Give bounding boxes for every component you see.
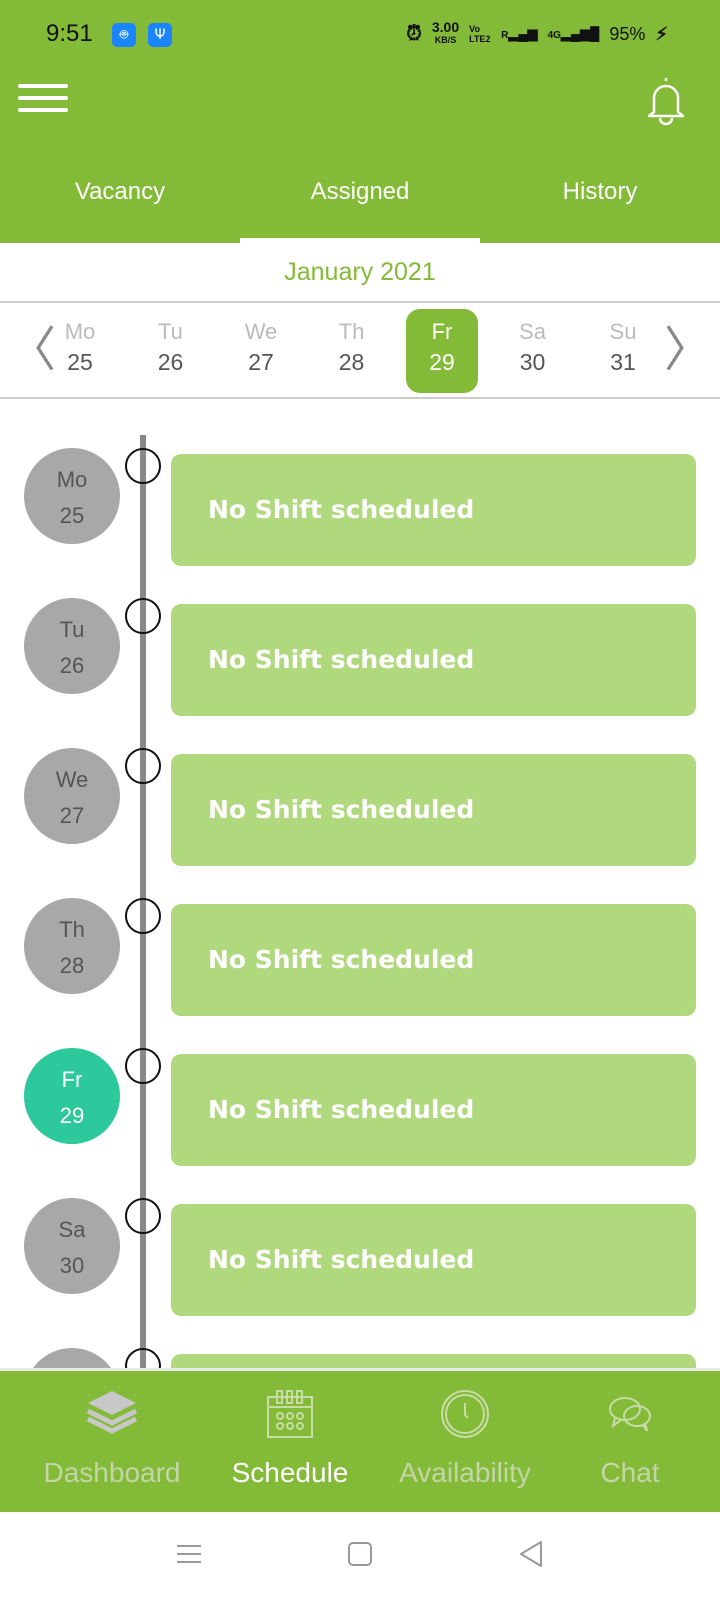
calendar-icon: [267, 1390, 313, 1438]
charging-icon: ⚡︎: [655, 23, 668, 44]
network-type: 4G: [547, 30, 561, 41]
timeline-dot: [125, 598, 161, 634]
nav-label: Availability: [399, 1457, 531, 1488]
status-time: 9:51: [46, 20, 93, 47]
day-circle: Fr 29: [24, 1048, 120, 1144]
nav-label: Schedule: [231, 1457, 349, 1488]
weekday-name: Fr: [431, 319, 453, 344]
nav-label: Chat: [600, 1457, 660, 1488]
schedule-row: Tu 26 No Shift scheduled: [0, 598, 720, 716]
day-date: 29: [59, 1103, 85, 1128]
weekday-date: 31: [610, 349, 636, 375]
signal-icon-sim2: 4G▂▄▆█: [547, 26, 600, 41]
alarm-icon: ⏰︎: [406, 22, 422, 45]
shift-card[interactable]: No Shift scheduled: [171, 754, 696, 866]
system-navigation-bar: [0, 1512, 720, 1600]
schedule-row: We 27 No Shift scheduled: [0, 748, 720, 866]
day-name: Tu: [59, 617, 85, 642]
nav-dashboard[interactable]: Dashboard: [22, 1371, 202, 1515]
weekday-date: 27: [248, 349, 274, 375]
week-day-th[interactable]: Th 28: [316, 309, 388, 393]
day-date: 25: [59, 503, 85, 528]
schedule-row: Fr 29 No Shift scheduled: [0, 1048, 720, 1166]
week-day-tu[interactable]: Tu 26: [135, 309, 207, 393]
shift-card[interactable]: No Shift scheduled: [171, 904, 696, 1016]
day-name: We: [55, 767, 89, 792]
tab-assigned[interactable]: Assigned: [240, 178, 480, 206]
day-name: Mo: [56, 467, 88, 492]
weekday-name: We: [244, 319, 278, 344]
weekday-name: Su: [609, 319, 637, 344]
shift-card[interactable]: No Shift scheduled: [171, 1054, 696, 1166]
tab-history[interactable]: History: [480, 178, 720, 206]
nav-availability[interactable]: Availability: [385, 1371, 545, 1515]
clock-icon: [441, 1390, 489, 1438]
nav-schedule[interactable]: Schedule: [210, 1371, 370, 1515]
timeline-dot: [125, 1048, 161, 1084]
day-circle: Th 28: [24, 898, 120, 994]
net-unit: KB/S: [434, 35, 457, 45]
usb-icon: Ψ: [148, 23, 172, 47]
schedule-row: Mo 25 No Shift scheduled: [0, 448, 720, 566]
weekday-name: Tu: [158, 319, 183, 344]
shift-card[interactable]: No Shift scheduled: [171, 454, 696, 566]
weekday-date: 28: [338, 349, 365, 375]
day-circle: Sa 30: [24, 1198, 120, 1294]
tab-vacancy[interactable]: Vacancy: [0, 178, 240, 206]
home-icon[interactable]: [347, 1540, 373, 1568]
day-name: Fr: [61, 1067, 83, 1092]
day-date: 27: [59, 803, 85, 828]
android-icon: 🤖︎: [112, 23, 136, 47]
back-icon[interactable]: [517, 1540, 545, 1568]
roaming-indicator: R: [501, 30, 509, 41]
schedule-row: Th 28 No Shift scheduled: [0, 898, 720, 1016]
shift-card[interactable]: No Shift scheduled: [171, 604, 696, 716]
day-date: 26: [59, 653, 85, 678]
timeline-dot: [125, 448, 161, 484]
timeline-dot: [125, 1198, 161, 1234]
week-day-su[interactable]: Su 31: [587, 309, 659, 393]
next-week-button[interactable]: 〉: [664, 323, 712, 377]
app-bar: Vacancy Assigned History: [0, 66, 720, 243]
layers-icon: [86, 1391, 138, 1434]
week-day-we[interactable]: We 27: [225, 309, 297, 393]
battery-level: 95%: [609, 23, 646, 44]
shift-card[interactable]: No Shift scheduled: [171, 1204, 696, 1316]
week-day-sa[interactable]: Sa 30: [497, 309, 569, 393]
schedule-row: Sa 30 No Shift scheduled: [0, 1198, 720, 1316]
timeline-dot: [125, 748, 161, 784]
day-date: 30: [59, 1253, 85, 1278]
bottom-navigation: Dashboard Schedule Availability Chat: [0, 1368, 720, 1512]
weekday-name: Th: [338, 319, 365, 344]
weekday-name: Sa: [519, 319, 546, 344]
weekday-date: 26: [157, 349, 184, 375]
menu-button[interactable]: [18, 76, 68, 120]
week-day-fr[interactable]: Fr 29: [406, 309, 478, 393]
day-name: Sa: [58, 1217, 86, 1242]
recent-apps-icon[interactable]: [175, 1540, 203, 1568]
weekday-name: Mo: [64, 319, 96, 344]
status-bar: 9:51 🤖︎ Ψ ⏰︎ 3.00 KB/S Vo LTE2 R▂▄▆ 4G▂▄▆…: [0, 0, 720, 66]
notification-bell-icon[interactable]: [644, 74, 688, 126]
weekday-date: 30: [519, 349, 546, 375]
day-circle: Mo 25: [24, 448, 120, 544]
day-circle: Tu 26: [24, 598, 120, 694]
net-speed: 3.00: [431, 19, 460, 35]
nav-label: Dashboard: [43, 1457, 181, 1488]
week-strip: 〈 〉 Mo 25 Tu 26 We 27 Th 28 Fr 29 Sa 30 Su 31: [0, 301, 720, 399]
day-circle: We 27: [24, 748, 120, 844]
day-date: 28: [59, 953, 85, 978]
weekday-date: 25: [67, 349, 93, 375]
volte-indicator: Vo LTE2: [469, 24, 491, 44]
nav-chat[interactable]: Chat: [560, 1371, 700, 1515]
week-day-mo[interactable]: Mo 25: [44, 309, 116, 393]
day-name: Th: [59, 917, 85, 942]
signal-icon-sim1: R▂▄▆: [501, 26, 538, 41]
timeline-dot: [125, 898, 161, 934]
chat-icon: [609, 1397, 651, 1432]
weekday-date: 29: [429, 349, 455, 375]
month-title: January 2021: [284, 258, 436, 286]
